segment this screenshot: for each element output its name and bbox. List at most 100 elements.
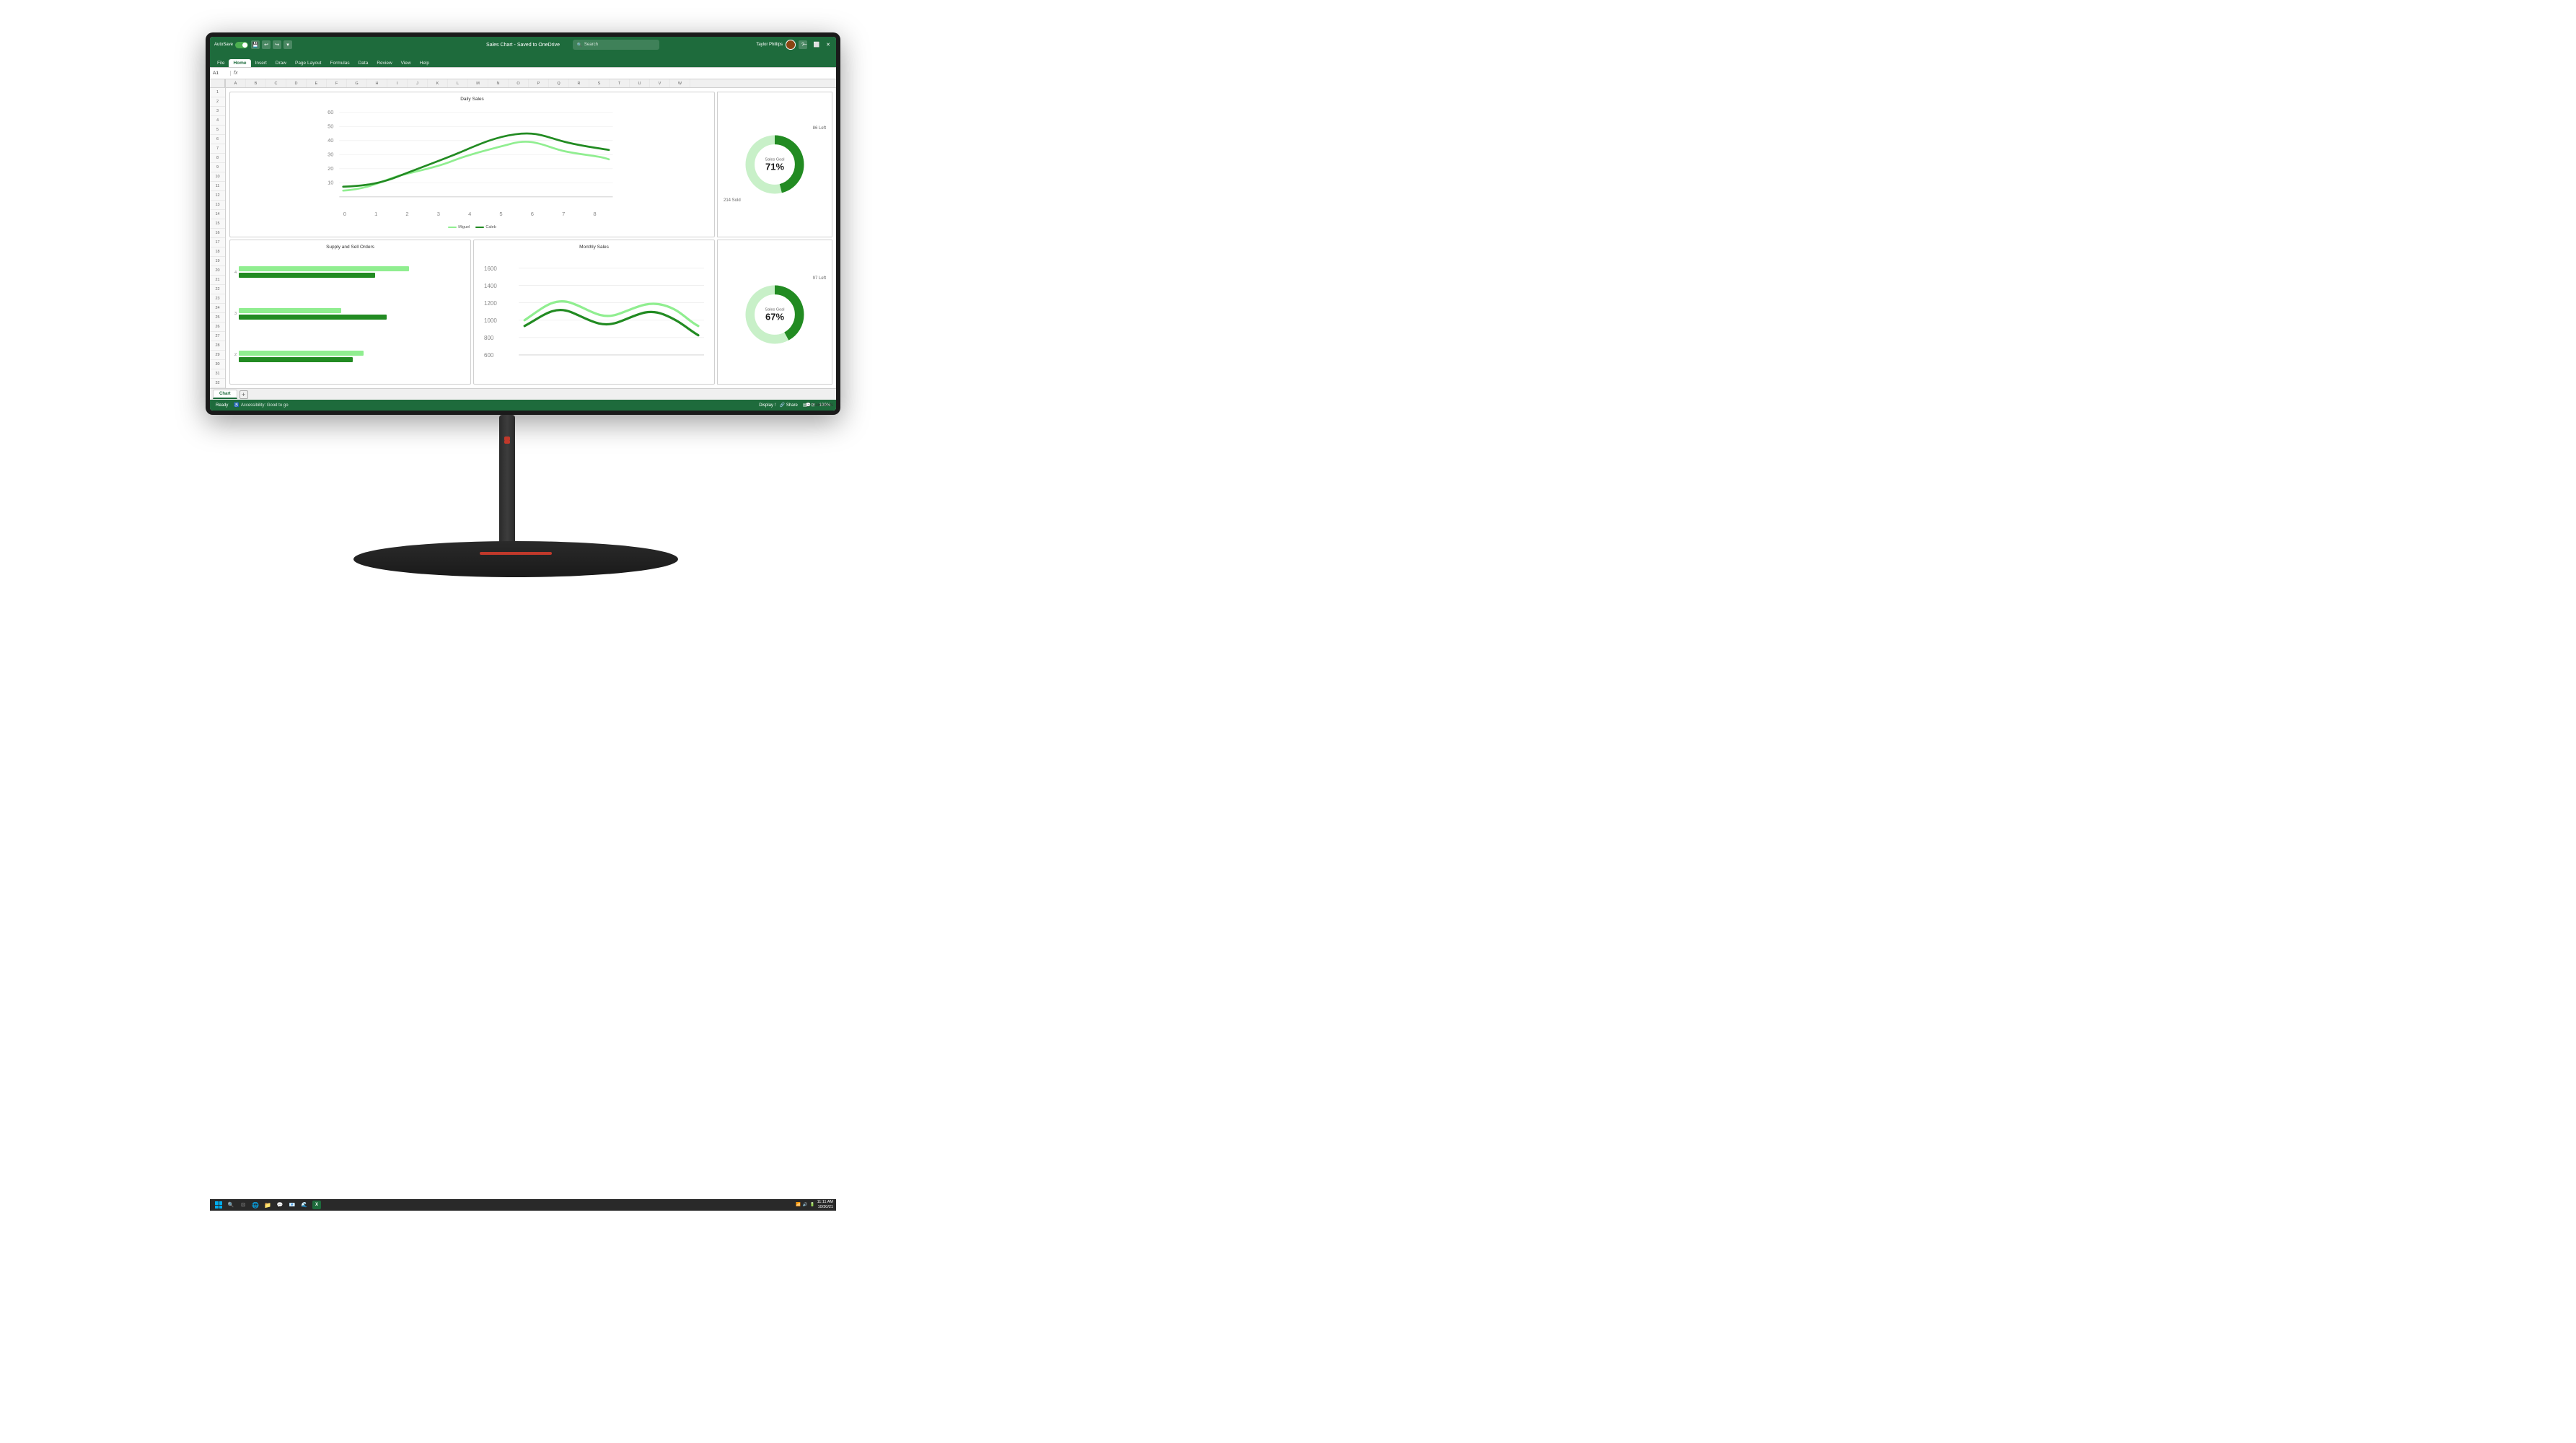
tab-help[interactable]: Help	[416, 59, 434, 67]
bar-3-dark	[239, 315, 387, 320]
tab-page-layout[interactable]: Page Layout	[291, 59, 326, 67]
tab-data[interactable]: Data	[354, 59, 373, 67]
col-j: J	[408, 79, 428, 87]
row-20: 20	[210, 266, 225, 276]
restore-button[interactable]: ⬜	[812, 40, 822, 50]
battery-icon: 🔋	[810, 1203, 815, 1207]
browser-icon[interactable]: 🌊	[300, 1201, 309, 1209]
supply-orders-chart: Supply and Sell Orders 4 3 2	[229, 240, 471, 385]
daily-sales-chart: Daily Sales 60 50 40 30 20 10	[229, 92, 715, 237]
monthly-title: Monthly Sales	[478, 245, 710, 250]
sheet-tabs: Chart +	[210, 388, 836, 400]
col-v: V	[650, 79, 670, 87]
date-display: 10/30/21	[817, 1205, 833, 1210]
time-display: 11:11 AM	[817, 1200, 833, 1205]
cell-reference[interactable]: A1	[213, 71, 231, 76]
tab-file[interactable]: File	[213, 59, 229, 67]
caleb-label: Caleb	[485, 225, 496, 229]
taskview-icon[interactable]: ⊡	[239, 1201, 247, 1209]
start-button[interactable]	[214, 1201, 223, 1209]
status-bar: Ready ♿ Accessibility: Good to go Displa…	[210, 400, 836, 411]
supply-y4: 4	[234, 271, 237, 275]
col-l: L	[448, 79, 468, 87]
row-21: 21	[210, 276, 225, 285]
sheet-tab-chart[interactable]: Chart	[213, 390, 237, 399]
excel-taskbar-icon[interactable]: X	[312, 1201, 321, 1209]
redo-icon[interactable]: ↪	[273, 40, 281, 49]
clock: 11:11 AM 10/30/21	[817, 1200, 833, 1210]
donut1-wrapper: Sales Goal 71%	[742, 132, 807, 197]
desktop-scene: AutoSave 💾 ↩ ↪ ▾ Sales Chart - Saved to …	[0, 0, 2576, 1443]
donut-chart-2: 97 Left Sales Goal	[717, 240, 832, 385]
wifi-icon: 📶	[796, 1203, 801, 1207]
save-icon[interactable]: 💾	[251, 40, 260, 49]
col-m: M	[468, 79, 488, 87]
tab-draw[interactable]: Draw	[271, 59, 291, 67]
svg-text:0: 0	[343, 211, 346, 217]
search-box[interactable]: 🔍 Search	[573, 40, 659, 50]
monitor-base	[353, 541, 678, 577]
col-k: K	[428, 79, 448, 87]
row-25: 25	[210, 313, 225, 323]
chat-icon[interactable]: 💬	[276, 1201, 284, 1209]
row-23: 23	[210, 294, 225, 304]
col-o: O	[509, 79, 529, 87]
bar-4-light	[239, 266, 409, 271]
donut1-label-top: 86 Left	[724, 126, 826, 131]
col-w: W	[670, 79, 690, 87]
autosave-toggle[interactable]	[235, 42, 248, 48]
row-3: 3	[210, 107, 225, 116]
add-sheet-button[interactable]: +	[239, 390, 248, 399]
monitor-screen: AutoSave 💾 ↩ ↪ ▾ Sales Chart - Saved to …	[210, 37, 836, 411]
daily-sales-title: Daily Sales	[234, 97, 710, 102]
tab-home[interactable]: Home	[229, 59, 250, 67]
row-30: 30	[210, 360, 225, 369]
row-16: 16	[210, 229, 225, 238]
row-headers: 1 2 3 4 5 6 7 8 9 10 11 12 13 14	[210, 79, 226, 388]
corner-cell	[210, 79, 225, 88]
donut-chart-1: 86 Left	[717, 92, 832, 237]
monitor-stand-neck	[499, 415, 515, 559]
bar-group-2	[239, 351, 466, 362]
supply-bars	[239, 253, 466, 377]
taskbar: 🔍 ⊡ 🌐 📁 💬 📧 🌊 X 📶 🔊 🔋 11:11 AM 10/30/21	[210, 1199, 836, 1211]
svg-text:60: 60	[328, 109, 333, 115]
row-29: 29	[210, 351, 225, 360]
undo-icon[interactable]: ↩	[262, 40, 271, 49]
search-taskbar-icon[interactable]: 🔍	[227, 1201, 235, 1209]
tab-insert[interactable]: Insert	[251, 59, 271, 67]
base-red-stripe	[480, 552, 552, 555]
share-button[interactable]: 🔗 Share	[775, 401, 802, 409]
row-12: 12	[210, 191, 225, 201]
folder-icon[interactable]: 📁	[263, 1201, 272, 1209]
user-avatar[interactable]	[786, 40, 796, 50]
mail-icon[interactable]: 📧	[288, 1201, 296, 1209]
tab-formulas[interactable]: Formulas	[326, 59, 354, 67]
svg-text:1000: 1000	[484, 317, 497, 323]
row-31: 31	[210, 369, 225, 379]
row-4: 4	[210, 116, 225, 126]
close-button[interactable]: ✕	[823, 40, 833, 50]
user-name: Taylor Phillips	[756, 43, 783, 47]
bar-4-dark	[239, 273, 375, 278]
accessibility-text: Accessibility: Good to go	[241, 403, 289, 408]
customize-icon[interactable]: ▾	[283, 40, 292, 49]
row-2: 2	[210, 97, 225, 107]
excel-app: AutoSave 💾 ↩ ↪ ▾ Sales Chart - Saved to …	[210, 37, 836, 411]
edge-icon[interactable]: 🌐	[251, 1201, 260, 1209]
comments-button[interactable]: 💬 Comments	[806, 403, 833, 408]
tab-view[interactable]: View	[397, 59, 416, 67]
spreadsheet-main: 1 2 3 4 5 6 7 8 9 10 11 12 13 14	[210, 79, 836, 388]
tab-review[interactable]: Review	[372, 59, 396, 67]
windows-logo	[215, 1201, 222, 1209]
ribbon: File Home Insert Draw Page Layout Formul…	[210, 53, 836, 68]
fx-label: fx	[234, 71, 237, 76]
caleb-color	[475, 227, 484, 228]
row-27: 27	[210, 332, 225, 341]
row-17: 17	[210, 238, 225, 247]
svg-text:40: 40	[328, 137, 333, 144]
svg-text:1200: 1200	[484, 299, 497, 306]
col-r: R	[569, 79, 589, 87]
row-10: 10	[210, 172, 225, 182]
minimize-button[interactable]: ─	[800, 40, 810, 50]
